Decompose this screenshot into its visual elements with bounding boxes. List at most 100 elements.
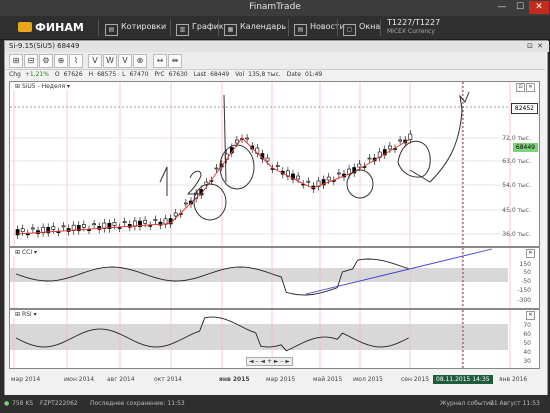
price-panel[interactable]: ⊞ SiU5 - Неделя ▾ ✕ ⊡ 72,0 тыс. 63,0 тыс… — [9, 81, 540, 247]
drawing-digit-1 — [159, 166, 168, 196]
price-chart-svg — [10, 82, 511, 246]
chart-icon: ▥ — [176, 24, 189, 36]
cci-panel[interactable]: ⊞ CCI ▾ ✕ 150 50 -50 -150 -300 — [9, 247, 540, 309]
menu-calendar[interactable]: ▦ Календарь — [224, 19, 287, 36]
candle-body — [117, 227, 122, 229]
chart-window-title: Si-9.15(SiU5) 68449 — [5, 41, 549, 52]
x-tick: авг 2014 — [107, 376, 135, 383]
panel-close-icon[interactable]: ✕ — [526, 83, 535, 92]
menu-separator — [380, 19, 381, 36]
open-label: O — [54, 71, 60, 78]
toolbar-button-v2[interactable]: V — [118, 54, 132, 68]
close-button[interactable]: ✕ — [529, 1, 549, 14]
toolbar-button-add[interactable]: ⊕ — [54, 54, 68, 68]
candle-body — [184, 202, 188, 205]
minimize-button[interactable]: — — [492, 1, 512, 14]
toolbar-button-scale[interactable]: ↔ — [153, 54, 167, 68]
rsi-label-text: RSI — [21, 311, 32, 318]
toolbar-button-w[interactable]: W — [103, 54, 117, 68]
price-panel-label-text: SiU5 - Неделя — [21, 83, 66, 90]
x-tick: сен 2015 — [401, 376, 430, 383]
account-id[interactable]: FZPT222062 — [40, 395, 78, 413]
candle-body — [51, 226, 56, 230]
candle-body — [265, 157, 270, 162]
x-tick: мар 2014 — [11, 376, 41, 383]
candle-body — [245, 137, 250, 140]
toolbar-button-remove[interactable]: ⊗ — [133, 54, 147, 68]
quotes-icon: ▤ — [105, 24, 118, 36]
y-tick: 70 — [523, 322, 531, 329]
menu-quotes[interactable]: ▤ Котировки — [105, 19, 166, 36]
toolbar-button-v1[interactable]: V — [88, 54, 102, 68]
candle-body — [143, 219, 148, 224]
candle-body — [25, 233, 30, 236]
title-bar: FinamTrade — ☐ ✕ — [0, 0, 550, 16]
connection-speed: 758 KS — [12, 400, 34, 407]
candle-body — [82, 224, 86, 228]
panel-maximize-icon[interactable]: ⊡ — [516, 83, 525, 92]
candle-body — [56, 231, 61, 233]
active-ticker[interactable]: T1227/T1227 MICEX Currency — [387, 18, 440, 36]
candle-body — [398, 139, 403, 142]
candle-body — [408, 133, 413, 140]
vol-label: Vol — [235, 71, 245, 78]
handwritten-drawings — [159, 91, 470, 221]
toolbar-button-grid[interactable]: ⊞ — [9, 54, 23, 68]
zoom-controls[interactable]: ◄ – ◄ + ► – ► — [246, 357, 293, 366]
x-tick: июл 2015 — [353, 376, 383, 383]
menu-calendar-label: Календарь — [240, 22, 287, 31]
last-label: Last — [193, 71, 207, 78]
price-panel-label: ⊞ SiU5 - Неделя ▾ — [13, 83, 73, 90]
menu-separator — [337, 19, 338, 36]
menu-chart[interactable]: ▥ График — [176, 19, 224, 36]
candle-body — [173, 212, 178, 217]
candle-body — [387, 145, 392, 150]
candle-body — [214, 167, 219, 170]
last-saved: Последнее сохранение: 11:53 — [90, 400, 185, 407]
event-log-link[interactable]: Журнал событий — [440, 395, 494, 413]
candle-body — [367, 157, 372, 160]
crosshair-date-label: 08.11.2015 14:35 — [433, 375, 493, 384]
rsi-panel[interactable]: ⊞ RSI ▾ ✕ 70 60 50 40 30 ◄ – ◄ + ► – ► — [9, 309, 540, 369]
y-tick: -150 — [517, 287, 531, 294]
menu-separator — [288, 19, 289, 36]
high-value: 68575 — [97, 71, 117, 78]
menu-bar: ФИНАМ ▤ Котировки ▥ График ▦ Календарь ▤ Нов… — [0, 16, 550, 40]
chart-window-close-icon[interactable]: ✕ — [537, 42, 543, 50]
y-tick: 45,0 тыс. — [502, 207, 531, 214]
x-tick: мар 2015 — [266, 376, 296, 383]
x-tick: июн 2014 — [64, 376, 95, 383]
rsi-panel-label: ⊞ RSI ▾ — [13, 311, 39, 318]
chart-window-pin-icon[interactable]: ⊡ — [527, 42, 533, 50]
y-tick: 63,0 тыс. — [502, 158, 531, 165]
maximize-button[interactable]: ☐ — [510, 1, 530, 14]
toolbar-button-fit[interactable]: ⇹ — [168, 54, 182, 68]
y-tick: 60 — [523, 331, 531, 338]
candle-body — [357, 163, 362, 168]
last-value: 68449 — [210, 71, 230, 78]
candle-body — [122, 221, 127, 223]
open-value: 67626 — [63, 71, 83, 78]
vol-value: 135,8 тыс. — [248, 71, 281, 78]
candle-body — [326, 176, 331, 181]
toolbar-button-layout[interactable]: ⊟ — [24, 54, 38, 68]
toolbar-button-settings[interactable]: ⚙ — [39, 54, 53, 68]
finam-logo: ФИНАМ — [18, 21, 84, 34]
panel-close-icon[interactable]: ✕ — [526, 249, 535, 258]
y-tick: -50 — [521, 278, 531, 285]
y-tick: 36,0 тыс. — [502, 231, 531, 238]
target-price-tag: 82452 — [510, 103, 538, 114]
chart-toolbar: ⊞ ⊟ ⚙ ⊕ ⌇ V W V ⊗ ↔ ⇹ — [5, 52, 545, 70]
cci-label-text: CCI — [21, 249, 33, 256]
cci-panel-label: ⊞ CCI ▾ — [13, 249, 40, 256]
panel-close-icon[interactable]: ✕ — [526, 311, 535, 320]
x-tick: янв 2015 — [219, 376, 250, 383]
status-datetime: 21 Август 11:53 — [490, 400, 540, 407]
quote-info-bar: Chg +1,21% O 67626 H 68575 L 67470 PrC 67630 … — [5, 70, 549, 80]
y-tick: -300 — [517, 297, 531, 304]
candle-body — [87, 229, 91, 231]
menu-windows[interactable]: ▢ Окна — [343, 19, 380, 36]
toolbar-button-indicator[interactable]: ⌇ — [69, 54, 83, 68]
candle-body — [61, 225, 66, 228]
menu-separator — [218, 19, 219, 36]
